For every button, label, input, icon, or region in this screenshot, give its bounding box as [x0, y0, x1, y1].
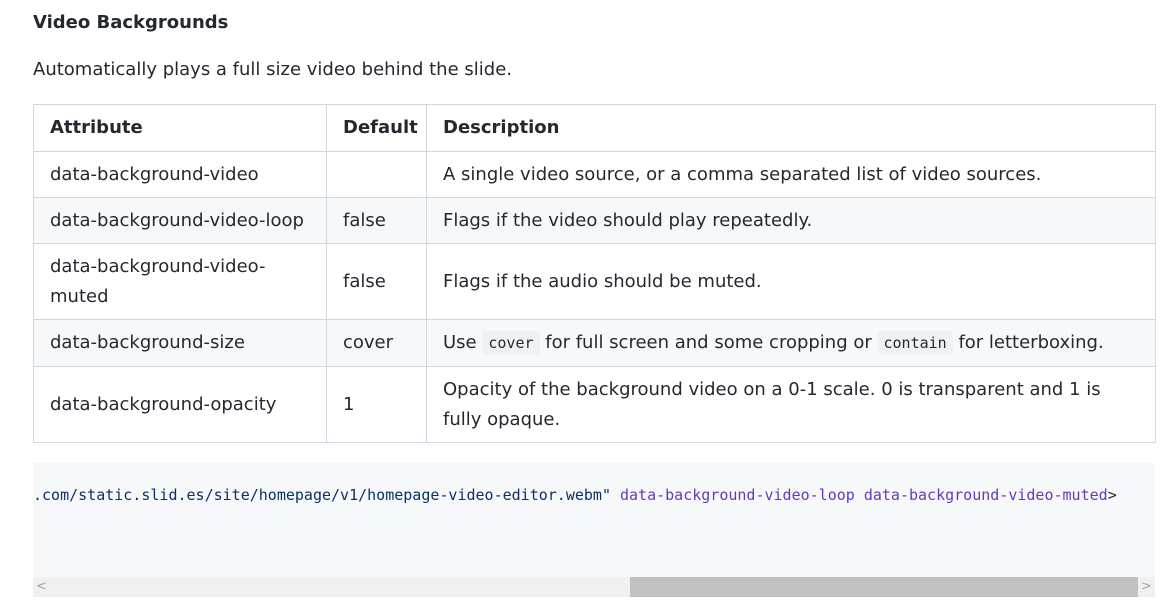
column-header-attribute: Attribute — [33, 104, 327, 152]
default-cell: 1 — [326, 366, 427, 443]
section-heading: Video Backgrounds — [33, 12, 229, 33]
section-intro: Automatically plays a full size video be… — [33, 59, 512, 80]
table-row: data-background-size cover Use cover for… — [33, 319, 1156, 367]
table-row: data-background-video-muted false Flags … — [33, 243, 1156, 320]
column-header-description: Description — [426, 104, 1156, 152]
attribute-cell: data-background-size — [33, 319, 327, 367]
horizontal-scrollbar[interactable]: < > — [33, 577, 1155, 597]
table-row: data-background-video A single video sou… — [33, 151, 1156, 198]
attribute-cell: data-background-video — [33, 151, 327, 198]
code-block: .com/static.slid.es/site/homepage/v1/hom… — [33, 463, 1155, 597]
table-row: data-background-opacity 1 Opacity of the… — [33, 366, 1156, 443]
attribute-cell: data-background-opacity — [33, 366, 327, 443]
attribute-cell: data-background-video-muted — [33, 243, 327, 320]
description-text: for letterboxing. — [952, 332, 1104, 353]
attributes-table: Attribute Default Description data-backg… — [33, 104, 1156, 443]
default-cell: false — [326, 243, 427, 320]
description-cell: Use cover for full screen and some cropp… — [426, 319, 1156, 367]
code-line: .com/static.slid.es/site/homepage/v1/hom… — [33, 484, 1117, 506]
code-attribute-muted: data-background-video-muted — [863, 486, 1108, 504]
description-cell: Opacity of the background video on a 0-1… — [426, 366, 1156, 443]
description-text: for full screen and some cropping or — [539, 332, 878, 353]
column-header-default: Default — [326, 104, 427, 152]
code-tag-close: > — [1107, 486, 1117, 504]
attribute-cell: data-background-video-loop — [33, 197, 327, 244]
description-text: Use — [443, 332, 483, 353]
inline-code-cover: cover — [482, 331, 540, 355]
description-cell: A single video source, or a comma separa… — [426, 151, 1156, 198]
description-cell: Flags if the audio should be muted. — [426, 243, 1156, 320]
code-attribute-loop: data-background-video-loop — [620, 486, 855, 504]
scrollbar-thumb[interactable] — [630, 577, 1138, 597]
default-cell — [326, 151, 427, 198]
default-cell: false — [326, 197, 427, 244]
table-header-row: Attribute Default Description — [33, 104, 1156, 152]
chevron-left-icon[interactable]: < — [33, 577, 50, 597]
code-string: .com/static.slid.es/site/homepage/v1/hom… — [33, 486, 611, 504]
inline-code-contain: contain — [877, 331, 953, 355]
default-cell: cover — [326, 319, 427, 367]
chevron-right-icon[interactable]: > — [1138, 577, 1155, 597]
table-row: data-background-video-loop false Flags i… — [33, 197, 1156, 244]
description-cell: Flags if the video should play repeatedl… — [426, 197, 1156, 244]
